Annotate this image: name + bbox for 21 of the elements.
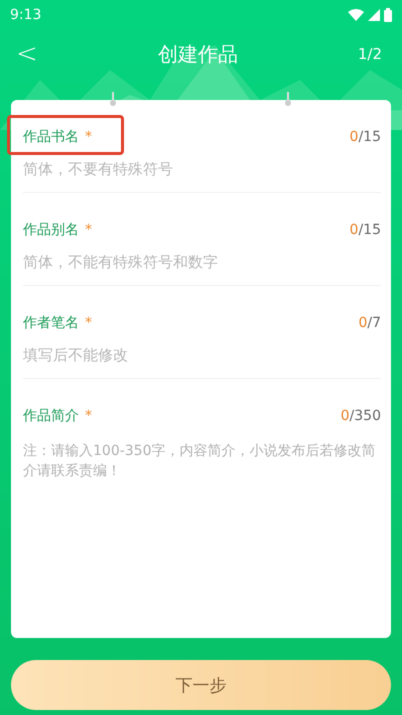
character-counter: 0/15	[350, 222, 381, 238]
field-label: 作品书名	[23, 128, 79, 146]
page-title: 创建作品	[158, 40, 238, 68]
status-time: 9:13	[10, 7, 42, 23]
wifi-icon	[348, 9, 364, 21]
step-indicator: 1/2	[358, 45, 382, 63]
pin-icon	[109, 92, 117, 108]
required-mark: *	[85, 222, 92, 238]
character-counter: 0/15	[350, 129, 381, 145]
character-counter: 0/350	[340, 408, 381, 424]
pin-icon	[284, 92, 292, 108]
battery-icon	[384, 8, 392, 22]
required-mark: *	[85, 129, 92, 145]
field-label: 作品简介	[23, 407, 79, 425]
required-mark: *	[85, 315, 92, 331]
character-counter: 0/7	[358, 315, 381, 331]
field-label: 作品别名	[23, 221, 79, 239]
required-mark: *	[85, 408, 92, 424]
next-button[interactable]: 下一步	[11, 660, 391, 710]
signal-icon	[368, 9, 380, 21]
field-label: 作者笔名	[23, 314, 79, 332]
